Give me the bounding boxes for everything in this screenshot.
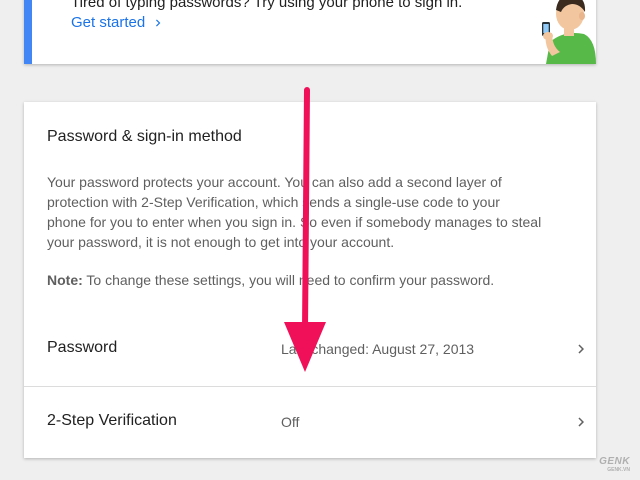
description-line: Your password protects your account. You… bbox=[47, 174, 502, 190]
promo-card: Tired of typing passwords? Try using you… bbox=[24, 0, 596, 64]
card-title: Password & sign-in method bbox=[47, 128, 242, 145]
page: Tired of typing passwords? Try using you… bbox=[0, 0, 640, 480]
signin-method-card: Password & sign-in method Your password … bbox=[24, 102, 596, 458]
two-step-verification-status: Off bbox=[281, 414, 300, 430]
password-row[interactable]: Password Last changed: August 27, 2013 bbox=[24, 314, 596, 384]
two-step-verification-row[interactable]: 2-Step Verification Off bbox=[24, 387, 596, 457]
promo-accent-bar bbox=[24, 0, 32, 64]
get-started-label: Get started bbox=[71, 14, 146, 31]
two-step-verification-label: 2-Step Verification bbox=[47, 412, 177, 429]
chevron-right-icon bbox=[578, 417, 584, 427]
watermark-brand: GENK bbox=[599, 456, 630, 467]
description-line: phone for you to enter when you sign in.… bbox=[47, 214, 542, 230]
note-body: To change these settings, you will need … bbox=[82, 272, 495, 288]
promo-text: Tired of typing passwords? Try using you… bbox=[71, 0, 463, 11]
description-line: your password, it is not enough to get i… bbox=[47, 234, 395, 250]
password-last-changed: Last changed: August 27, 2013 bbox=[281, 341, 475, 357]
description-line: protection with 2-Step Verification, whi… bbox=[47, 194, 500, 210]
chevron-right-icon bbox=[156, 19, 161, 26]
chevron-right-icon bbox=[578, 344, 584, 354]
password-label: Password bbox=[47, 339, 118, 356]
card-description: Your password protects your account. You… bbox=[47, 172, 547, 252]
note-text: Note: To change these settings, you will… bbox=[47, 272, 494, 288]
watermark-sub: GENK.VN bbox=[607, 467, 630, 473]
person-with-phone-illustration bbox=[542, 0, 596, 64]
note-label: Note: bbox=[47, 272, 83, 288]
get-started-link[interactable]: Get started bbox=[71, 14, 165, 31]
watermark-logo: GENK GENK.VN bbox=[599, 456, 630, 473]
